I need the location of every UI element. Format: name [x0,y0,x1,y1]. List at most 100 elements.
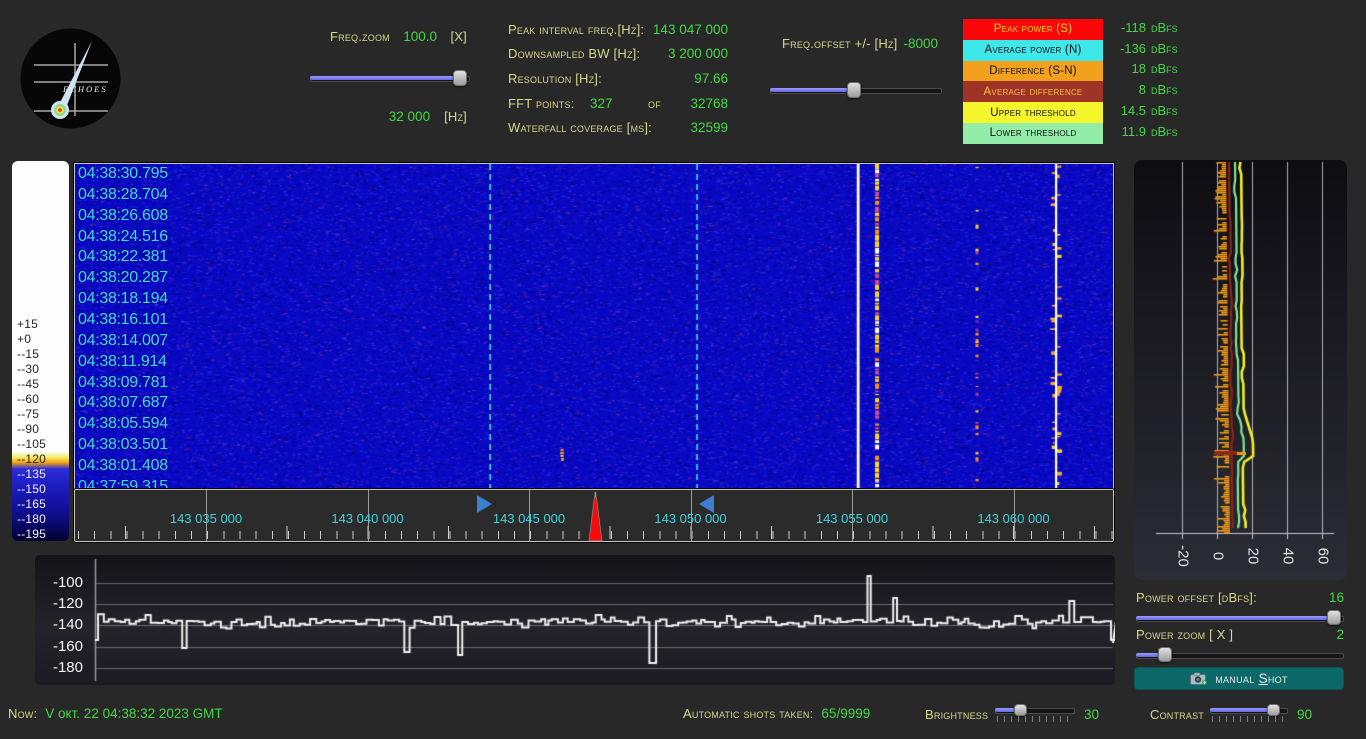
power-zoom-slider[interactable] [1136,647,1344,662]
legend-button-lower-threshold[interactable]: Lower threshold [963,123,1103,144]
db-scale-label: --120 [17,453,46,466]
stats-panel: Peak interval freq.[Hz]: 143 047 000 Dow… [508,17,728,140]
waterfall-timestamp: 04:38:20.287 [78,269,168,286]
waterfall-timestamp: 04:38:16.101 [78,311,168,328]
stat-resolution: Resolution [Hz]: 97.66 [508,66,728,91]
db-scale-label: --135 [17,468,46,481]
freq-zoom-unit: [X] [451,29,468,44]
contrast-slider-handle[interactable] [1267,704,1280,716]
db-scale-label: --30 [17,363,39,376]
spectrum-axis-label: 20 [1245,548,1262,565]
waterfall-timestamp: 04:37:59.315 [78,478,168,489]
power-graph-canvas [35,555,1115,685]
contrast-slider-fill [1210,708,1274,712]
legend-value-average-difference: 8dBfs [1104,79,1178,100]
spectrum-axis-label: 60 [1315,548,1332,565]
power-graph-y-label: -140 [37,616,83,633]
stat-waterfall-coverage: Waterfall coverage [ms]: 32599 [508,115,728,140]
stat-value: 3 200 000 [668,46,728,61]
legend-values: -118dBfs-136dBfs18dBfs8dBfs14.5dBfs11.9d… [1104,17,1178,142]
legend-button-difference[interactable]: Difference (S-N) [963,61,1103,82]
legend-button-upper-threshold[interactable]: Upper threshold [963,102,1103,123]
stat-label: Downsampled BW [Hz]: [508,46,640,61]
legend-value-difference: 18dBfs [1104,59,1178,80]
waterfall-timestamp: 04:38:30.795 [78,165,168,182]
shots-taken-value: 65/9999 [821,706,870,721]
camera-icon [1190,672,1208,685]
peak-marker [588,492,604,541]
stat-peak-interval-freq: Peak interval freq.[Hz]: 143 047 000 [508,17,728,42]
spectrum-axis-label: 40 [1280,548,1297,565]
freq-zoom-slider[interactable] [310,70,470,86]
freq-zoom-label: Freq.zoom [330,29,390,44]
power-zoom-slider-handle[interactable] [1158,647,1172,662]
freq-zoom-slider-handle[interactable] [453,70,467,86]
ruler-frequency-label: 143 050 000 [654,511,726,526]
db-scale-label: +0 [17,333,31,346]
power-graph-y-label: -120 [37,595,83,612]
now-value: V окт. 22 04:38:32 2023 GMT [45,706,222,721]
interval-left-arrow-button[interactable] [477,495,492,513]
stat-total: 32768 [690,96,728,111]
power-graph: -100-120-140-160-180 [35,555,1115,685]
stat-value: 97.66 [694,71,728,86]
freq-zoom-bw-unit: [Hz] [444,109,467,124]
waterfall-timestamp: 04:38:22.381 [78,248,168,265]
legend-button-average-power[interactable]: Average power (N) [963,40,1103,61]
freq-offset-slider[interactable] [770,82,942,98]
db-scale-label: --195 [17,528,46,541]
brightness-slider-ticks [997,716,1073,722]
freq-zoom-slider-fill [310,76,460,80]
ruler-frequency-label: 143 035 000 [170,511,242,526]
spectrum-canvas [1134,160,1347,580]
waterfall-display: 04:38:30.79504:38:28.70404:38:26.60804:3… [74,163,1114,490]
power-graph-y-label: -100 [37,574,83,591]
freq-offset-slider-fill [770,88,854,92]
spectrum-axis-label: -20 [1175,545,1192,567]
ruler-frequency-label: 143 055 000 [816,511,888,526]
power-offset-slider[interactable] [1136,610,1344,625]
legend-button-peak-power[interactable]: Peak power (S) [963,19,1103,40]
ruler-frequency-label: 143 060 000 [977,511,1049,526]
freq-offset-value: -8000 [903,36,938,51]
db-scale-label: +15 [17,318,38,331]
legend-value-peak-power: -118dBfs [1104,17,1178,38]
db-scale-label: --150 [17,483,46,496]
power-offset-slider-handle[interactable] [1327,610,1341,625]
waterfall-timestamp: 04:38:01.408 [78,457,168,474]
db-scale-label: --60 [17,393,39,406]
brightness-slider-handle[interactable] [1014,704,1027,716]
echoes-logo: ECHOES [20,28,121,129]
power-zoom-value: 2 [1336,627,1344,642]
waterfall-timestamp: 04:38:11.914 [78,353,167,370]
stat-value: 143 047 000 [653,22,728,37]
legend-buttons: Peak power (S)Average power (N)Differenc… [963,19,1103,144]
spectrum-axis-label: 0 [1210,552,1227,560]
legend-value-lower-threshold: 11.9dBfs [1104,121,1178,142]
freq-offset-slider-handle[interactable] [847,82,861,98]
brightness-value: 30 [1084,707,1099,722]
stat-of-label: of [648,96,661,111]
manual-shot-button[interactable]: manual Shot [1134,667,1344,690]
brightness-slider[interactable] [995,704,1075,716]
echoes-logo-graphic: ECHOES [20,28,121,129]
contrast-slider-ticks [1212,716,1286,722]
waterfall-timestamp: 04:38:24.516 [78,228,168,245]
echoes-app: ECHOES Freq.zoom 100.0 [X] 32 000 [Hz] P… [0,0,1366,739]
manual-shot-label: manual Shot [1215,671,1288,686]
stat-label: FFT points: [508,96,575,111]
db-scale-label: --15 [17,348,39,361]
stat-label: Peak interval freq.[Hz]: [508,22,644,37]
stat-label: Resolution [Hz]: [508,71,602,86]
waterfall-timestamp: 04:38:07.687 [78,394,168,411]
db-scale-label: --90 [17,423,39,436]
legend-button-average-difference[interactable]: Average difference [963,81,1103,102]
waterfall-timestamp: 04:38:14.007 [78,332,168,349]
contrast-value: 90 [1297,707,1312,722]
waterfall-timestamp: 04:38:09.781 [78,374,168,391]
contrast-slider[interactable] [1210,704,1288,716]
db-scale-label: --180 [17,513,46,526]
shots-taken-label: Automatic shots taken: [683,706,813,721]
db-scale-label: --75 [17,408,39,421]
freq-zoom-bw-value: 32 000 [389,109,430,124]
